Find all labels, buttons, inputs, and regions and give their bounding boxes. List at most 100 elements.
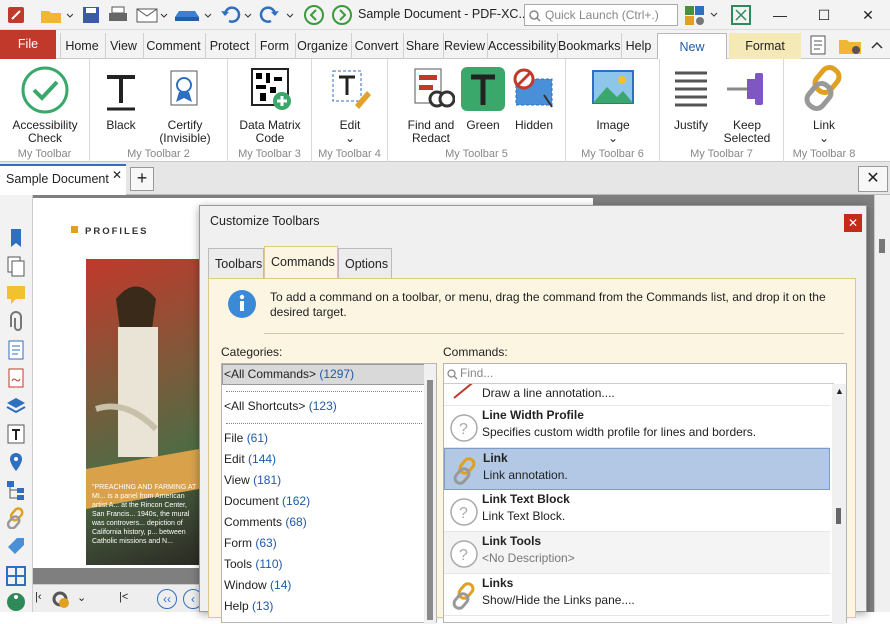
- categories-list[interactable]: <All Commands> (1297) <All Shortcuts> (1…: [221, 363, 437, 624]
- location-icon[interactable]: [5, 451, 27, 473]
- justify-button[interactable]: Justify: [666, 65, 716, 132]
- grid-icon[interactable]: [5, 565, 27, 587]
- category-comments[interactable]: Comments (68): [224, 515, 307, 529]
- category-file[interactable]: File (61): [224, 431, 268, 445]
- category-help[interactable]: Help (13): [224, 599, 273, 613]
- tab-share[interactable]: Share: [403, 33, 441, 59]
- command-link[interactable]: Link Link annotation.: [444, 448, 830, 490]
- category-all-commands[interactable]: <All Commands> (1297): [224, 367, 354, 381]
- pages-icon[interactable]: [5, 255, 27, 277]
- commands-scrollbar[interactable]: ▲: [832, 384, 846, 624]
- bookmarks-icon[interactable]: [5, 227, 27, 249]
- accessibility-icon[interactable]: [5, 591, 27, 613]
- redo-icon[interactable]: [258, 3, 296, 27]
- data-matrix-code-button[interactable]: Data Matrix Code: [232, 65, 308, 145]
- vertical-scrollbar[interactable]: [874, 195, 890, 612]
- open-folder-icon[interactable]: [836, 33, 864, 57]
- settings-gear-icon[interactable]: [49, 588, 71, 613]
- command-line[interactable]: Draw a line annotation....: [444, 384, 830, 406]
- tools-menu-icon[interactable]: [682, 3, 722, 27]
- new-tab-button[interactable]: +: [130, 167, 154, 191]
- tags-icon[interactable]: [5, 535, 27, 557]
- category-edit[interactable]: Edit (144): [224, 452, 276, 466]
- keep-selected-button[interactable]: Keep Selected: [716, 65, 778, 145]
- tab-view[interactable]: View: [105, 33, 141, 59]
- email-icon[interactable]: [134, 3, 170, 27]
- command-links[interactable]: Links Show/Hide the Links pane....: [444, 574, 830, 616]
- category-window[interactable]: Window (14): [224, 578, 291, 592]
- document-tab[interactable]: Sample Document ✕: [0, 164, 126, 195]
- commands-list[interactable]: Find... Draw a line annotation.... ? Lin…: [443, 363, 847, 624]
- fullscreen-icon[interactable]: [728, 3, 754, 27]
- close-tab-icon[interactable]: ✕: [112, 162, 122, 189]
- first-page-icon[interactable]: |‹: [35, 591, 42, 603]
- tab-bookmarks[interactable]: Bookmarks: [557, 33, 621, 59]
- close-document-button[interactable]: ✕: [858, 166, 888, 192]
- first-page-button[interactable]: ‹‹: [157, 589, 177, 609]
- edit-button[interactable]: Edit ⌄: [318, 65, 382, 145]
- category-view[interactable]: View (181): [224, 473, 281, 487]
- layers-icon[interactable]: [5, 395, 27, 417]
- question-icon: ?: [450, 414, 478, 445]
- tab-home[interactable]: Home: [60, 33, 103, 59]
- close-window-button[interactable]: ✕: [846, 0, 890, 30]
- chevron-down-icon[interactable]: ⌄: [77, 591, 86, 604]
- document-icon[interactable]: [5, 339, 27, 361]
- command-line-width-profile[interactable]: ? Line Width Profile Specifies custom wi…: [444, 406, 830, 448]
- text-tool-icon[interactable]: [5, 423, 27, 445]
- links-pane-icon[interactable]: [5, 507, 27, 530]
- scroll-thumb[interactable]: [836, 508, 841, 524]
- tab-format[interactable]: Format: [729, 33, 801, 59]
- black-button[interactable]: Black: [98, 65, 144, 132]
- quick-launch-input[interactable]: Quick Launch (Ctrl+.): [524, 4, 678, 26]
- scroll-left-icon[interactable]: |<: [119, 591, 128, 603]
- document-properties-icon[interactable]: [806, 33, 834, 57]
- tab-help[interactable]: Help: [621, 33, 655, 59]
- scroll-up-icon[interactable]: ▲: [835, 386, 844, 396]
- tab-toolbars[interactable]: Toolbars: [208, 248, 264, 278]
- tab-review[interactable]: Review: [443, 33, 485, 59]
- category-document[interactable]: Document (162): [224, 494, 310, 508]
- tab-new-ribbon[interactable]: New Ribbon: [657, 33, 727, 80]
- tab-accessibility[interactable]: Accessibility: [487, 33, 556, 59]
- attachments-icon[interactable]: [5, 311, 27, 333]
- tab-convert[interactable]: Convert: [351, 33, 401, 59]
- undo-icon[interactable]: [218, 3, 254, 27]
- save-icon[interactable]: [80, 3, 102, 27]
- print-icon[interactable]: [106, 3, 130, 27]
- accessibility-check-button[interactable]: Accessibility Check: [6, 65, 84, 145]
- comments-icon[interactable]: [5, 283, 27, 305]
- minimize-button[interactable]: —: [758, 0, 802, 30]
- signatures-icon[interactable]: [5, 367, 27, 389]
- structure-icon[interactable]: [5, 479, 27, 501]
- scan-icon[interactable]: [172, 3, 214, 27]
- tab-comment[interactable]: Comment: [143, 33, 203, 59]
- tab-commands[interactable]: Commands: [264, 246, 338, 279]
- certify-button[interactable]: Certify (Invisible): [152, 65, 218, 145]
- link-button[interactable]: Link ⌄: [790, 65, 858, 145]
- back-icon[interactable]: [302, 3, 326, 27]
- tab-options[interactable]: Options: [338, 248, 392, 278]
- maximize-button[interactable]: ☐: [802, 0, 846, 30]
- tab-protect[interactable]: Protect: [205, 33, 253, 59]
- category-tools[interactable]: Tools (110): [224, 557, 282, 571]
- tab-form[interactable]: Form: [255, 33, 293, 59]
- category-all-shortcuts[interactable]: <All Shortcuts> (123): [224, 399, 337, 413]
- forward-icon[interactable]: [330, 3, 354, 27]
- command-description: <No Description>: [482, 551, 575, 565]
- open-folder-button[interactable]: [36, 3, 76, 27]
- hidden-button[interactable]: Hidden: [508, 65, 560, 132]
- tab-organize[interactable]: Organize: [295, 33, 349, 59]
- scroll-thumb[interactable]: [427, 380, 433, 620]
- green-button[interactable]: Green: [458, 65, 508, 132]
- category-form[interactable]: Form (63): [224, 536, 277, 550]
- find-input[interactable]: Find...: [444, 364, 834, 384]
- scroll-thumb[interactable]: [879, 239, 885, 253]
- command-link-tools[interactable]: ? Link Tools <No Description>: [444, 532, 830, 574]
- categories-scrollbar[interactable]: [424, 364, 436, 624]
- command-link-text-block[interactable]: ? Link Text Block Link Text Block.: [444, 490, 830, 532]
- tab-file[interactable]: File: [0, 30, 56, 59]
- image-button[interactable]: Image ⌄: [584, 65, 642, 145]
- dialog-close-button[interactable]: ✕: [844, 214, 862, 232]
- collapse-ribbon-icon[interactable]: [866, 33, 888, 57]
